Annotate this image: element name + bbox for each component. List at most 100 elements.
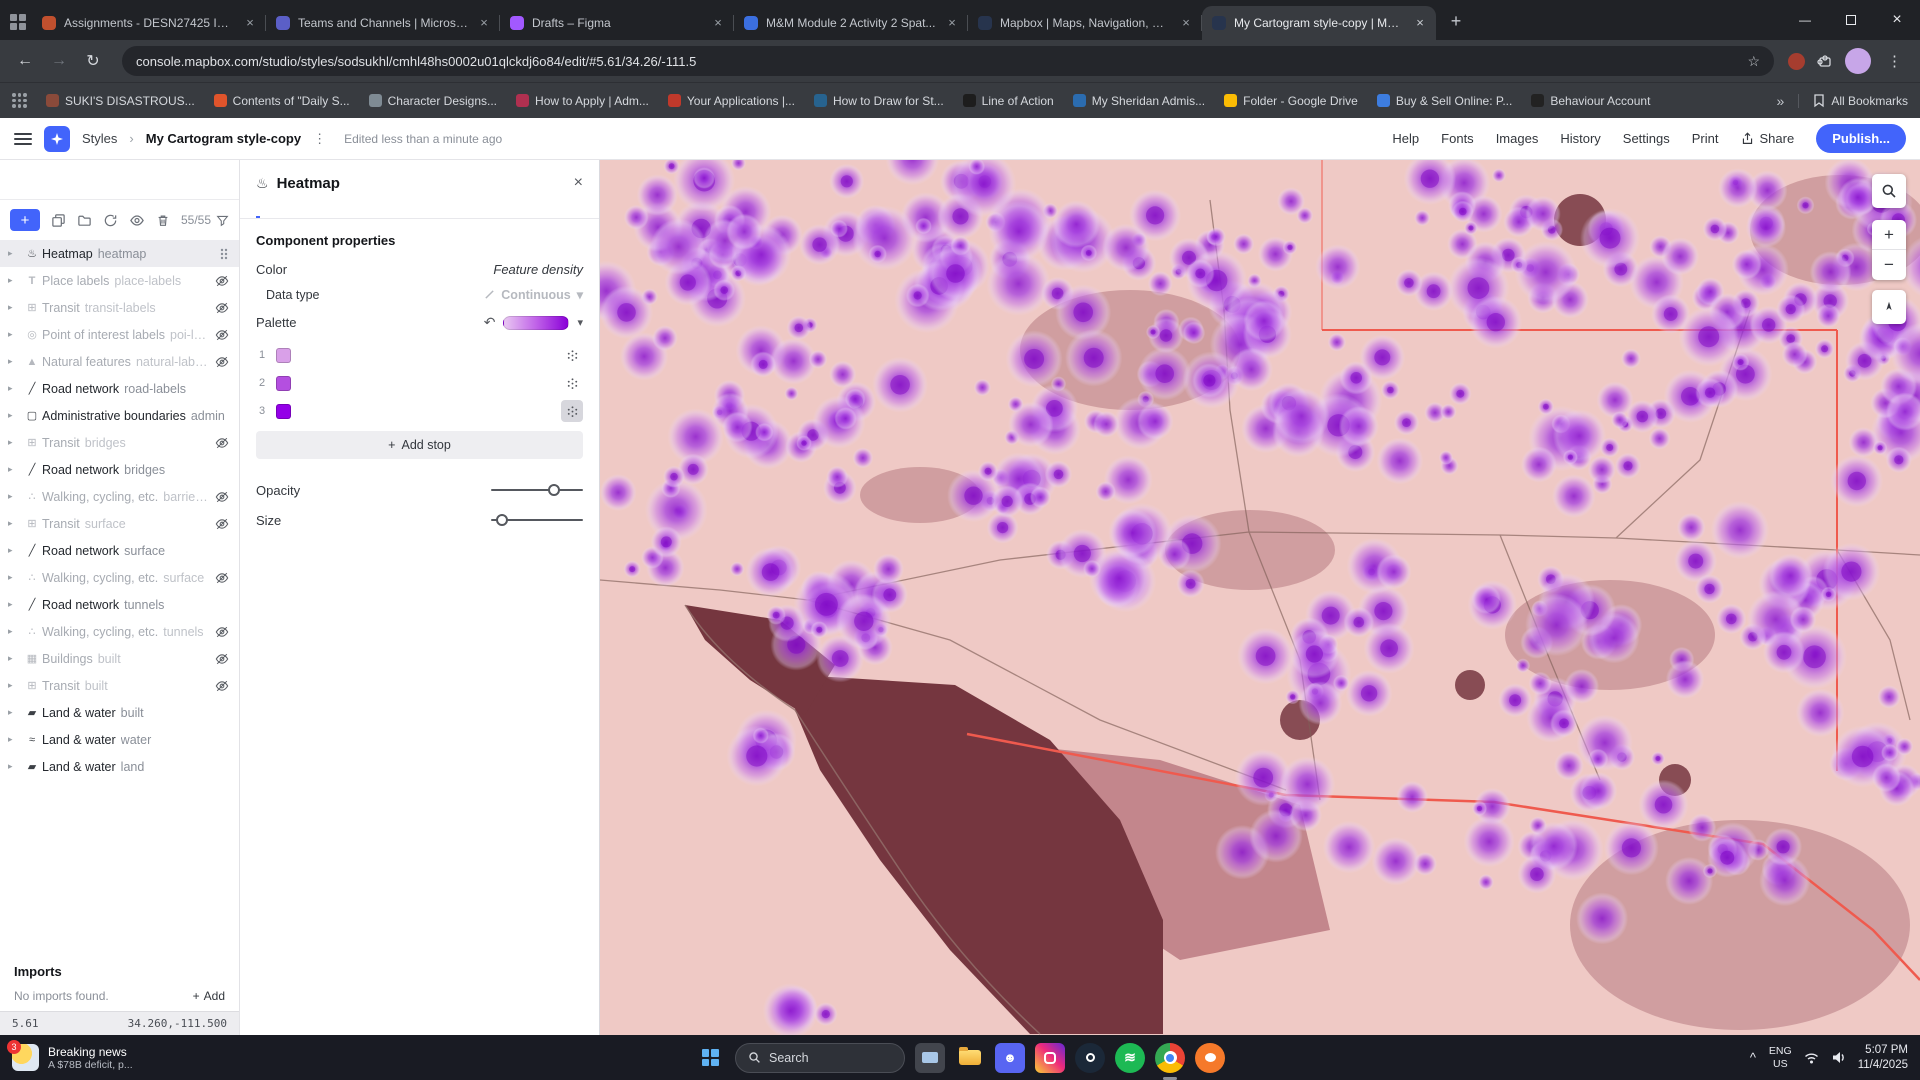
menu-hamburger-icon[interactable] bbox=[14, 133, 32, 145]
bookmark-item[interactable]: How to Draw for St... bbox=[814, 94, 944, 108]
panel-tab[interactable] bbox=[256, 202, 260, 218]
panel-tab[interactable] bbox=[278, 202, 282, 218]
window-close-button[interactable]: × bbox=[1874, 0, 1920, 40]
drag-handle-icon[interactable] bbox=[219, 247, 229, 261]
bookmark-item[interactable]: Your Applications |... bbox=[668, 94, 795, 108]
layer-row[interactable]: ▸ Heatmap heatmap bbox=[0, 240, 239, 267]
filter-funnel-icon[interactable] bbox=[216, 214, 229, 227]
new-tab-button[interactable]: + bbox=[1442, 8, 1470, 36]
tab-close-icon[interactable]: × bbox=[944, 15, 960, 31]
stop-color-swatch[interactable] bbox=[276, 348, 291, 363]
palette-stop-row[interactable]: 3 bbox=[256, 397, 583, 425]
layer-row[interactable]: ▸ Walking, cycling, etc. surface bbox=[0, 564, 239, 591]
history-icon[interactable] bbox=[103, 213, 118, 228]
eye-off-icon[interactable] bbox=[215, 571, 229, 585]
chevron-right-icon[interactable]: ▸ bbox=[8, 275, 22, 286]
reload-button[interactable]: ↻ bbox=[78, 46, 108, 76]
chevron-right-icon[interactable]: ▸ bbox=[8, 491, 22, 502]
chevron-right-icon[interactable]: ▸ bbox=[8, 464, 22, 475]
chevron-right-icon[interactable]: ▸ bbox=[8, 356, 22, 367]
add-stop-button[interactable]: + Add stop bbox=[256, 431, 583, 459]
browser-tab[interactable]: Teams and Channels | Microsof... × bbox=[266, 6, 500, 40]
palette-stop-row[interactable]: 2 bbox=[256, 369, 583, 397]
tab-close-icon[interactable]: × bbox=[710, 15, 726, 31]
chevron-right-icon[interactable]: ▸ bbox=[8, 734, 22, 745]
start-button[interactable] bbox=[695, 1043, 725, 1073]
zoom-in-button[interactable]: + bbox=[1872, 220, 1906, 250]
eye-off-icon[interactable] bbox=[215, 490, 229, 504]
chevron-right-icon[interactable]: ▸ bbox=[8, 626, 22, 637]
tray-expand-icon[interactable]: ^ bbox=[1748, 1050, 1758, 1065]
caret-down-icon[interactable]: ▾ bbox=[577, 316, 583, 329]
palette-stop-row[interactable]: 1 bbox=[256, 341, 583, 369]
stop-color-swatch[interactable] bbox=[276, 404, 291, 419]
density-dots-icon[interactable] bbox=[561, 372, 583, 394]
chevron-right-icon[interactable]: ▸ bbox=[8, 545, 22, 556]
layer-row[interactable]: ▸ Transit transit-labels bbox=[0, 294, 239, 321]
taskbar-app[interactable] bbox=[1115, 1043, 1145, 1073]
panel-close-icon[interactable]: × bbox=[574, 174, 583, 192]
layer-row[interactable]: ▸ Walking, cycling, etc. barriers-bridg.… bbox=[0, 483, 239, 510]
density-dots-icon[interactable] bbox=[561, 400, 583, 422]
forward-button[interactable]: → bbox=[44, 46, 74, 76]
tab-close-icon[interactable]: × bbox=[476, 15, 492, 31]
bookmark-item[interactable]: Contents of "Daily S... bbox=[214, 94, 350, 108]
eye-off-icon[interactable] bbox=[215, 679, 229, 693]
chevron-right-icon[interactable]: ▸ bbox=[8, 329, 22, 340]
extension-icon[interactable] bbox=[1788, 53, 1805, 70]
layer-row[interactable]: ▸ Point of interest labels poi-labels bbox=[0, 321, 239, 348]
size-slider[interactable] bbox=[491, 513, 583, 527]
chevron-right-icon[interactable]: ▸ bbox=[8, 653, 22, 664]
layer-row[interactable]: ▸ Place labels place-labels bbox=[0, 267, 239, 294]
style-options-icon[interactable]: ⋮ bbox=[313, 131, 326, 147]
chevron-right-icon[interactable]: ▸ bbox=[8, 761, 22, 772]
layer-row[interactable]: ▸ Transit surface bbox=[0, 510, 239, 537]
layer-row[interactable]: ▸ Buildings built bbox=[0, 645, 239, 672]
taskbar-app[interactable] bbox=[995, 1043, 1025, 1073]
bookmark-item[interactable]: SUKI'S DISASTROUS... bbox=[46, 94, 195, 108]
taskbar-app[interactable] bbox=[915, 1043, 945, 1073]
add-layer-button[interactable]: + bbox=[10, 209, 40, 231]
chevron-right-icon[interactable]: ▸ bbox=[8, 410, 22, 421]
layer-row[interactable]: ▸ Natural features natural-labels bbox=[0, 348, 239, 375]
opacity-slider-knob[interactable] bbox=[548, 484, 560, 496]
chevron-right-icon[interactable]: ▸ bbox=[8, 518, 22, 529]
density-dots-icon[interactable] bbox=[561, 344, 583, 366]
eye-off-icon[interactable] bbox=[215, 301, 229, 315]
bookmarks-overflow-icon[interactable]: » bbox=[1777, 93, 1785, 109]
layer-row[interactable]: ▸ Road network road-labels bbox=[0, 375, 239, 402]
chevron-right-icon[interactable]: ▸ bbox=[8, 599, 22, 610]
bookmark-item[interactable]: Line of Action bbox=[963, 94, 1054, 108]
eye-off-icon[interactable] bbox=[215, 625, 229, 639]
url-bar[interactable]: console.mapbox.com/studio/styles/sodsukh… bbox=[122, 46, 1774, 76]
chevron-right-icon[interactable]: ▸ bbox=[8, 302, 22, 313]
header-link[interactable]: Help bbox=[1392, 131, 1419, 146]
eye-off-icon[interactable] bbox=[215, 328, 229, 342]
taskbar-search[interactable]: Search bbox=[735, 1043, 905, 1073]
compass-bearing-button[interactable] bbox=[1872, 290, 1906, 324]
size-slider-knob[interactable] bbox=[496, 514, 508, 526]
extensions-puzzle-icon[interactable] bbox=[1817, 53, 1833, 69]
header-link[interactable]: Print bbox=[1692, 131, 1719, 146]
layer-row[interactable]: ▸ Transit bridges bbox=[0, 429, 239, 456]
header-link[interactable]: History bbox=[1560, 131, 1600, 146]
bookmark-item[interactable]: Buy & Sell Online: P... bbox=[1377, 94, 1513, 108]
eye-off-icon[interactable] bbox=[215, 436, 229, 450]
zoom-out-button[interactable]: − bbox=[1872, 250, 1906, 280]
layer-row[interactable]: ▸ Walking, cycling, etc. tunnels bbox=[0, 618, 239, 645]
layer-row[interactable]: ▸ Land & water built bbox=[0, 699, 239, 726]
browser-tab[interactable]: M&M Module 2 Activity 2 Spat... × bbox=[734, 6, 968, 40]
layer-row[interactable]: ▸ Road network bridges bbox=[0, 456, 239, 483]
mapbox-logo[interactable] bbox=[44, 126, 70, 152]
layer-row[interactable]: ▸ Administrative boundaries admin bbox=[0, 402, 239, 429]
undo-icon[interactable]: ↶ bbox=[484, 314, 496, 331]
browser-tab[interactable]: My Cartogram style-copy | Map... × bbox=[1202, 6, 1436, 40]
chevron-right-icon[interactable]: ▸ bbox=[8, 248, 22, 259]
chevron-right-icon[interactable]: ▸ bbox=[8, 572, 22, 583]
bookmark-item[interactable]: How to Apply | Adm... bbox=[516, 94, 649, 108]
chevron-right-icon[interactable]: ▸ bbox=[8, 680, 22, 691]
header-link[interactable]: Fonts bbox=[1441, 131, 1474, 146]
language-indicator[interactable]: ENG US bbox=[1769, 1045, 1792, 1070]
browser-tab[interactable]: Assignments - DESN27425 Inte... × bbox=[32, 6, 266, 40]
bookmark-item[interactable]: Folder - Google Drive bbox=[1224, 94, 1358, 108]
